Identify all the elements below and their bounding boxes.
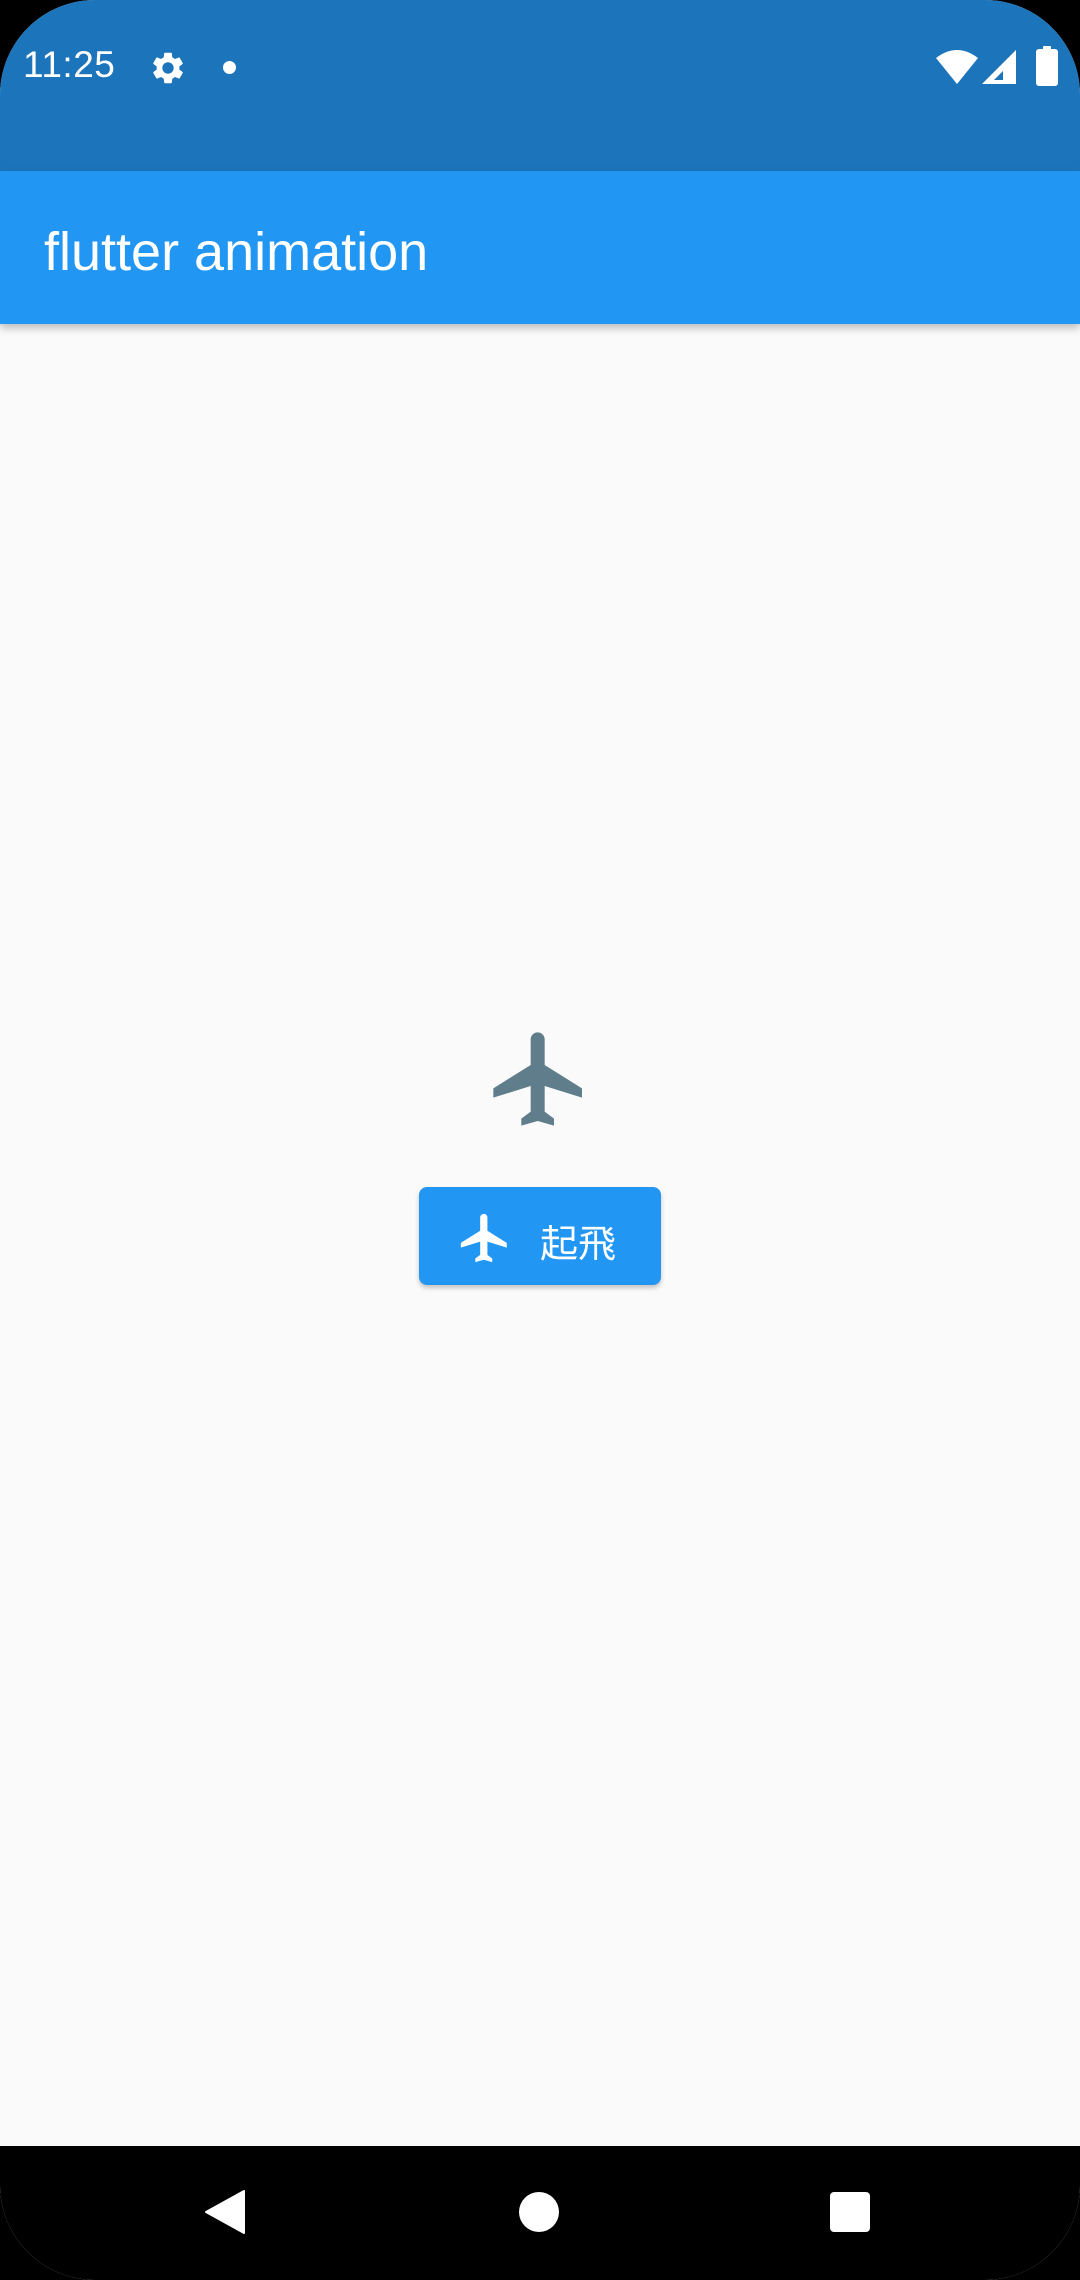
back-icon[interactable] <box>204 2189 246 2235</box>
battery-icon <box>1036 46 1058 86</box>
home-icon[interactable] <box>519 2192 559 2232</box>
phone-screen: 11:25 flutter animation 起飛 <box>0 0 1080 2280</box>
airplane-icon <box>460 1213 507 1263</box>
takeoff-button[interactable]: 起飛 <box>419 1187 661 1285</box>
recents-icon[interactable] <box>830 2192 870 2232</box>
app-title: flutter animation <box>44 222 429 282</box>
airplane-icon <box>493 1032 582 1126</box>
notification-dot-icon <box>223 61 236 74</box>
navigation-bar <box>0 2146 1080 2280</box>
takeoff-button-label: 起飛 <box>540 1222 617 1266</box>
cell-signal-icon <box>982 50 1016 84</box>
app-bar: flutter animation <box>0 171 1080 324</box>
wifi-icon <box>936 50 978 84</box>
status-time: 11:25 <box>23 44 116 85</box>
settings-gear-icon <box>153 52 183 84</box>
status-bar: 11:25 <box>0 0 1080 171</box>
